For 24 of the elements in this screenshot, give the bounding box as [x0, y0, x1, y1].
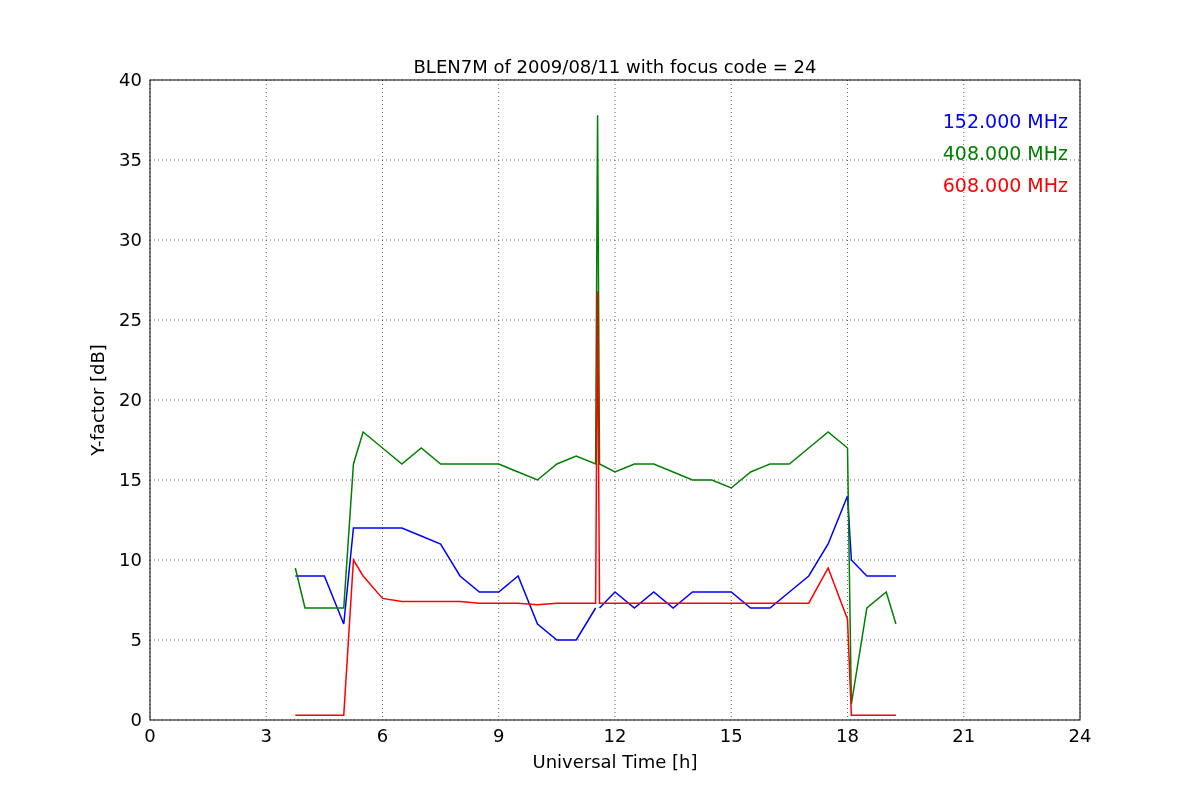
x-tick-label: 3 [260, 725, 272, 746]
legend-label: 408.000 MHz [942, 142, 1068, 164]
x-tick-label: 24 [1068, 725, 1092, 746]
y-tick-label: 10 [119, 549, 142, 570]
legend-label: 152.000 MHz [942, 110, 1068, 132]
x-tick-label: 18 [836, 725, 859, 746]
x-tick-label: 6 [376, 725, 389, 746]
y-tick-label: 35 [119, 149, 142, 170]
y-tick-label: 25 [119, 309, 142, 330]
y-tick-label: 20 [119, 389, 142, 410]
y-tick-label: 30 [119, 229, 142, 250]
x-tick-label: 9 [493, 725, 505, 746]
y-tick-label: 15 [119, 469, 142, 490]
x-tick-label: 12 [603, 725, 627, 746]
y-axis-label: Y-factor [dB] [87, 344, 108, 456]
chart-title: BLEN7M of 2009/08/11 with focus code = 24 [413, 56, 817, 77]
x-tick-label: 0 [144, 725, 156, 746]
y-tick-label: 0 [130, 709, 142, 730]
x-tick-label: 21 [952, 725, 976, 746]
legend-label: 608.000 MHz [942, 174, 1068, 196]
x-tick-label: 15 [719, 725, 743, 746]
y-tick-label: 40 [119, 69, 142, 90]
x-axis-label: Universal Time [h] [532, 751, 698, 772]
y-tick-label: 5 [130, 629, 142, 650]
